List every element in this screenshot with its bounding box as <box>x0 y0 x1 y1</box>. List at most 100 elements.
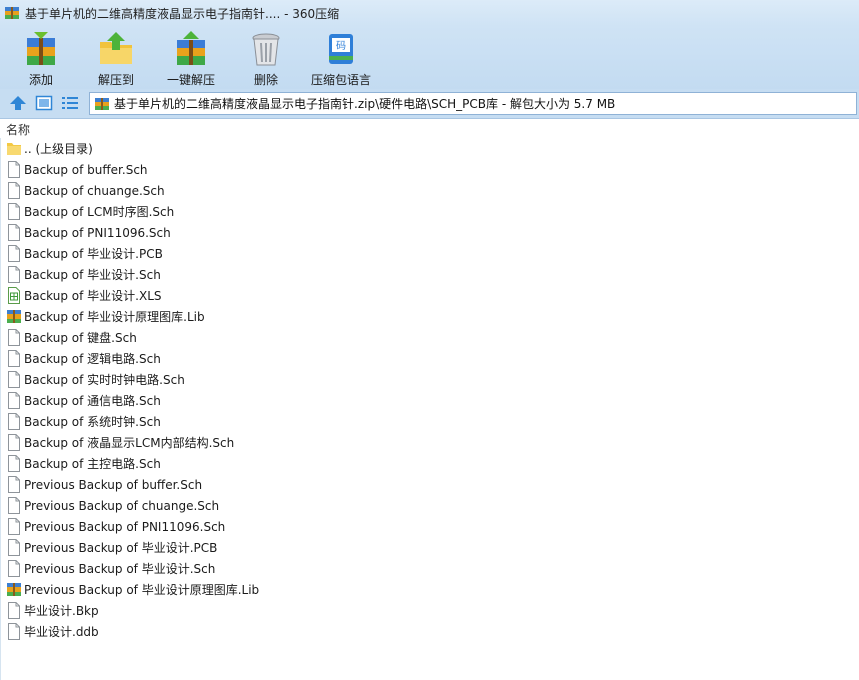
file-icon <box>8 560 20 577</box>
svg-text:码: 码 <box>336 40 346 52</box>
file-name: Previous Backup of PNI11096.Sch <box>24 519 226 534</box>
file-name: Backup of 系统时钟.Sch <box>24 415 161 429</box>
file-icon <box>8 497 20 514</box>
file-row[interactable]: 毕业设计.Bkp <box>1 600 859 621</box>
file-row[interactable]: .. (上级目录) <box>1 138 859 159</box>
file-list[interactable]: .. (上级目录) Backup of buffer.Sch Backup of c… <box>0 138 859 680</box>
file-row[interactable]: Previous Backup of 毕业设计.PCB <box>1 537 859 558</box>
file-name: Backup of 实时时钟电路.Sch <box>24 373 185 387</box>
add-label: 添加 <box>28 73 53 87</box>
file-row[interactable]: Backup of 主控电路.Sch <box>1 453 859 474</box>
column-header-name[interactable]: 名称 <box>6 121 30 138</box>
file-name: Previous Backup of 毕业设计.Sch <box>24 562 216 576</box>
file-name: Backup of 逻辑电路.Sch <box>24 352 161 366</box>
list-header: 名称 <box>0 119 859 138</box>
file-icon <box>8 371 20 388</box>
file-row[interactable]: Backup of 逻辑电路.Sch <box>1 348 859 369</box>
file-name: 毕业设计.Bkp <box>24 604 99 618</box>
file-icon <box>8 224 20 241</box>
address-bar[interactable]: 基于单片机的二维高精度液晶显示电子指南针.zip\硬件电路\SCH_PCB库 -… <box>89 92 857 115</box>
file-icon <box>8 476 20 493</box>
file-icon <box>8 518 20 535</box>
extract-to-icon <box>100 32 132 64</box>
file-row[interactable]: Backup of 液晶显示LCM内部结构.Sch <box>1 432 859 453</box>
file-name: Backup of LCM时序图.Sch <box>24 205 175 219</box>
file-name: Previous Backup of chuange.Sch <box>24 498 220 513</box>
file-row[interactable]: Previous Backup of 毕业设计原理图库.Lib <box>1 579 859 600</box>
add-archive-icon <box>27 32 55 65</box>
file-row[interactable]: Backup of 毕业设计.PCB <box>1 243 859 264</box>
one-click-extract-icon <box>177 31 205 65</box>
file-row[interactable]: Backup of 通信电路.Sch <box>1 390 859 411</box>
file-icon <box>8 161 20 178</box>
file-icon <box>8 392 20 409</box>
spreadsheet-icon <box>8 287 20 304</box>
navigation-bar: 基于单片机的二维高精度液晶显示电子指南针.zip\硬件电路\SCH_PCB库 -… <box>0 89 859 119</box>
folder-icon <box>7 143 21 155</box>
file-name: Backup of buffer.Sch <box>24 162 148 177</box>
address-path: 基于单片机的二维高精度液晶显示电子指南针.zip\硬件电路\SCH_PCB库 -… <box>114 97 616 111</box>
file-name: Backup of chuange.Sch <box>24 183 165 198</box>
file-name: Backup of 毕业设计原理图库.Lib <box>24 310 205 324</box>
up-arrow-icon[interactable] <box>9 95 27 111</box>
file-row[interactable]: Backup of buffer.Sch <box>1 159 859 180</box>
title-bar[interactable]: 基于单片机的二维高精度液晶显示电子指南针.... - 360压缩 <box>0 0 859 26</box>
extract-to-button[interactable]: 解压到 <box>88 26 144 89</box>
file-row[interactable]: Backup of LCM时序图.Sch <box>1 201 859 222</box>
file-name: Backup of 毕业设计.PCB <box>24 247 163 261</box>
file-name: Backup of 通信电路.Sch <box>24 394 161 408</box>
one-click-extract-label: 一键解压 <box>166 73 215 87</box>
file-row[interactable]: Previous Backup of buffer.Sch <box>1 474 859 495</box>
delete-label: 删除 <box>253 73 278 87</box>
file-icon <box>8 413 20 430</box>
file-icon <box>8 245 20 262</box>
archive-file-icon <box>7 310 21 323</box>
list-view-icon[interactable] <box>61 95 79 111</box>
one-click-extract-button[interactable]: 一键解压 <box>160 26 222 89</box>
file-icon <box>8 350 20 367</box>
file-icon <box>8 266 20 283</box>
file-row[interactable]: Previous Backup of 毕业设计.Sch <box>1 558 859 579</box>
window-title: 基于单片机的二维高精度液晶显示电子指南针.... - 360压缩 <box>25 6 340 21</box>
file-row[interactable]: Backup of 毕业设计原理图库.Lib <box>1 306 859 327</box>
toolbar: 添加 解压到 一键解压 删除 码 压缩包语言 <box>0 26 859 89</box>
file-name: Backup of 液晶显示LCM内部结构.Sch <box>24 436 235 450</box>
extract-to-label: 解压到 <box>97 73 134 87</box>
file-icon <box>8 203 20 220</box>
add-button[interactable]: 添加 <box>14 26 68 89</box>
file-name: Previous Backup of 毕业设计原理图库.Lib <box>24 583 260 597</box>
file-icon <box>8 602 20 619</box>
file-row[interactable]: Backup of 毕业设计.Sch <box>1 264 859 285</box>
file-row[interactable]: Backup of 系统时钟.Sch <box>1 411 859 432</box>
app-archive-icon <box>5 7 19 19</box>
file-name: Backup of 毕业设计.Sch <box>24 268 161 282</box>
file-icon <box>8 623 20 640</box>
file-icon <box>8 539 20 556</box>
file-icon <box>8 329 20 346</box>
file-row[interactable]: Previous Backup of chuange.Sch <box>1 495 859 516</box>
file-name: Backup of 键盘.Sch <box>24 331 137 345</box>
file-name: Previous Backup of buffer.Sch <box>24 477 203 492</box>
file-name: Backup of PNI11096.Sch <box>24 225 171 240</box>
archive-language-button[interactable]: 码 压缩包语言 <box>306 26 376 89</box>
file-row[interactable]: Backup of PNI11096.Sch <box>1 222 859 243</box>
file-name: .. (上级目录) <box>24 142 93 156</box>
delete-button[interactable]: 删除 <box>242 26 290 89</box>
file-row[interactable]: Previous Backup of PNI11096.Sch <box>1 516 859 537</box>
file-name: Backup of 毕业设计.XLS <box>24 289 162 303</box>
archive-language-label: 压缩包语言 <box>310 73 371 87</box>
file-row[interactable]: Backup of 毕业设计.XLS <box>1 285 859 306</box>
file-row[interactable]: 毕业设计.ddb <box>1 621 859 642</box>
file-name: Previous Backup of 毕业设计.PCB <box>24 541 218 555</box>
thumbnail-view-icon[interactable] <box>35 95 53 111</box>
archive-language-icon: 码 <box>329 34 353 64</box>
file-name: Backup of 主控电路.Sch <box>24 457 161 471</box>
file-row[interactable]: Backup of chuange.Sch <box>1 180 859 201</box>
file-icon <box>8 455 20 472</box>
file-row[interactable]: Backup of 实时时钟电路.Sch <box>1 369 859 390</box>
file-row[interactable]: Backup of 键盘.Sch <box>1 327 859 348</box>
archive-icon <box>95 97 109 110</box>
file-icon <box>8 434 20 451</box>
delete-icon <box>252 33 280 66</box>
file-icon <box>8 182 20 199</box>
